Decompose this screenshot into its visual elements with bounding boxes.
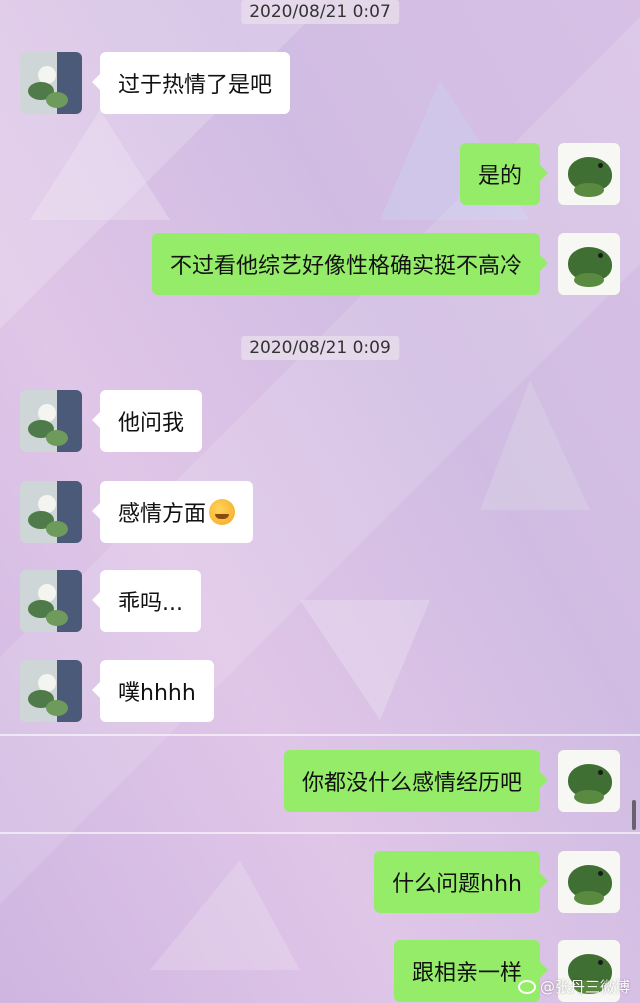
my-avatar[interactable] [558,750,620,812]
message-text: 感情方面 [118,502,207,527]
friend-avatar[interactable] [20,481,82,543]
message-bubble[interactable]: 不过看他综艺好像性格确实挺不高冷 [151,233,549,295]
background-facet [30,110,170,220]
message-bubble[interactable]: 噗hhhh [92,660,214,722]
message-bubble[interactable]: 过于热情了是吧 [91,52,291,114]
background-facet [300,600,430,720]
crying-face-icon [209,499,236,525]
watermark-text: @张丹三微博 [539,978,630,996]
timestamp: 2020/08/21 0:07 [241,0,399,24]
scrollbar[interactable] [632,800,636,830]
divider [0,734,640,736]
message-bubble[interactable]: 乖吗... [92,570,201,632]
weibo-icon [517,979,536,994]
timestamp: 2020/08/21 0:09 [241,336,399,360]
my-avatar[interactable] [558,143,620,205]
watermark: @张丹三微博 [517,976,630,997]
friend-avatar[interactable] [20,52,82,114]
message-bubble[interactable]: 你都没什么感情经历吧 [283,750,549,812]
background-facet [150,860,300,970]
message-bubble[interactable]: 是的 [459,143,549,205]
divider [0,832,640,834]
message-bubble[interactable]: 他问我 [91,390,203,452]
friend-avatar[interactable] [20,390,82,452]
my-avatar[interactable] [558,851,620,913]
friend-avatar[interactable] [20,660,82,722]
background-facet [480,380,590,510]
my-avatar[interactable] [558,233,620,295]
message-bubble[interactable]: 感情方面 [91,481,254,543]
friend-avatar[interactable] [20,570,82,632]
message-bubble[interactable]: 什么问题hhh [374,851,548,913]
